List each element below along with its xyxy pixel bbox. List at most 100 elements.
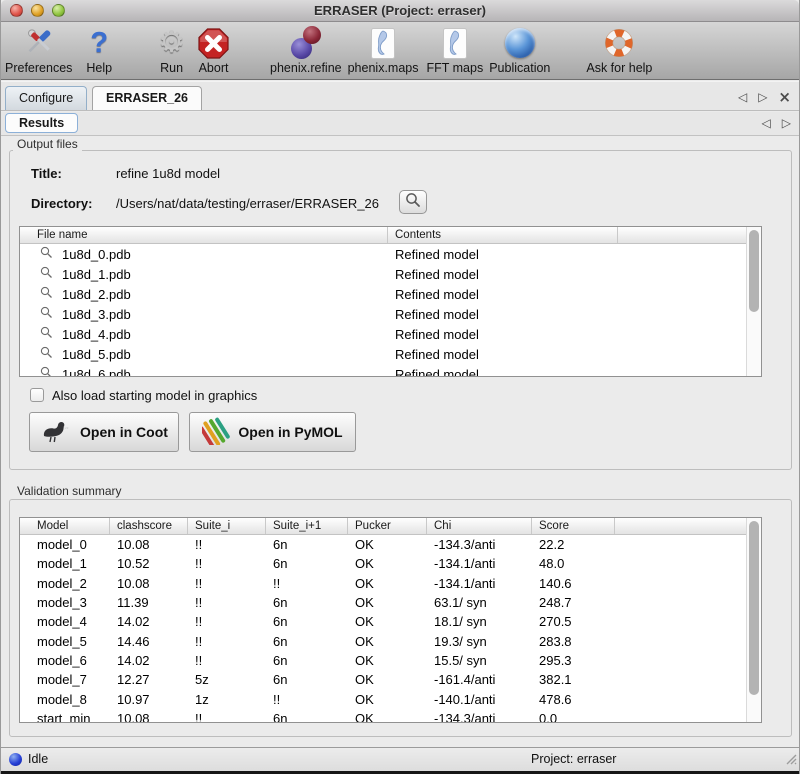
- validation-row[interactable]: model_7 12.27 5z 6n OK -161.4/anti 382.1: [20, 670, 761, 689]
- pymol-ribbon-icon: [202, 417, 230, 448]
- output-files-group-label: Output files: [13, 137, 82, 151]
- phenix-refine-button[interactable]: phenix.refine: [270, 25, 342, 75]
- cell: model_7: [20, 672, 110, 687]
- tab-results[interactable]: Results: [5, 113, 78, 133]
- sub-tab-bar: Results ◁ ▷: [1, 112, 799, 136]
- cell: model_0: [20, 537, 110, 552]
- tab-next-icon[interactable]: ▷: [782, 116, 791, 130]
- file-contents: Refined model: [388, 267, 618, 282]
- file-row[interactable]: 1u8d_4.pdb Refined model: [20, 324, 761, 344]
- cell: 270.5: [532, 614, 615, 629]
- life-ring-icon: [603, 25, 635, 61]
- cell: !!: [188, 653, 266, 668]
- column-header-contents[interactable]: Contents: [388, 227, 618, 243]
- publication-button[interactable]: Publication: [489, 25, 550, 75]
- validation-row[interactable]: model_0 10.08 !! 6n OK -134.3/anti 22.2: [20, 535, 761, 554]
- toolbar-label: FFT maps: [426, 61, 483, 75]
- validation-row[interactable]: model_1 10.52 !! 6n OK -134.1/anti 48.0: [20, 554, 761, 573]
- cell: 6n: [266, 711, 348, 723]
- tab-next-icon[interactable]: ▷: [758, 90, 767, 104]
- validation-row[interactable]: model_4 14.02 !! 6n OK 18.1/ syn 270.5: [20, 612, 761, 631]
- toolbar-label: Preferences: [5, 61, 72, 75]
- cell: 248.7: [532, 595, 615, 610]
- tab-prev-icon[interactable]: ◁: [762, 116, 771, 130]
- cell: 14.02: [110, 614, 188, 629]
- map-density-icon: [443, 25, 467, 61]
- file-row[interactable]: 1u8d_5.pdb Refined model: [20, 344, 761, 364]
- help-icon: ?: [90, 25, 108, 61]
- help-button[interactable]: ? Help: [86, 25, 112, 75]
- tab-prev-icon[interactable]: ◁: [738, 90, 747, 104]
- map-density-icon: [371, 25, 395, 61]
- magnifier-icon: [40, 306, 53, 322]
- validation-row[interactable]: model_6 14.02 !! 6n OK 15.5/ syn 295.3: [20, 651, 761, 670]
- directory-field-label: Directory:: [31, 196, 92, 211]
- tab-close-icon[interactable]: ×: [778, 91, 791, 103]
- cell: -140.1/anti: [427, 692, 532, 707]
- column-header-pucker[interactable]: Pucker: [348, 518, 427, 534]
- cell: -134.1/anti: [427, 556, 532, 571]
- browse-directory-button[interactable]: [399, 190, 427, 214]
- column-header-clashscore[interactable]: clashscore: [110, 518, 188, 534]
- cell: 382.1: [532, 672, 615, 687]
- column-header-model[interactable]: Model: [20, 518, 110, 534]
- validation-row[interactable]: model_2 10.08 !! !! OK -134.1/anti 140.6: [20, 574, 761, 593]
- validation-row[interactable]: start_min 10.08 !! 6n OK -134.3/anti 0.0: [20, 709, 761, 723]
- cell: model_1: [20, 556, 110, 571]
- ask-for-help-button[interactable]: Ask for help: [586, 25, 652, 75]
- column-header-suite-i1[interactable]: Suite_i+1: [266, 518, 348, 534]
- window-title: ERRASER (Project: erraser): [1, 0, 799, 22]
- file-row[interactable]: 1u8d_0.pdb Refined model: [20, 244, 761, 264]
- load-starting-model-label: Also load starting model in graphics: [52, 388, 257, 403]
- file-row[interactable]: 1u8d_2.pdb Refined model: [20, 284, 761, 304]
- cell: model_4: [20, 614, 110, 629]
- preferences-button[interactable]: Preferences: [5, 25, 72, 75]
- scrollbar-thumb[interactable]: [749, 521, 759, 695]
- status-sphere-icon: [9, 753, 22, 766]
- open-in-pymol-button[interactable]: Open in PyMOL: [189, 412, 356, 452]
- scrollbar-thumb[interactable]: [749, 230, 759, 312]
- file-contents: Refined model: [388, 327, 618, 342]
- column-header-file-name[interactable]: File name: [20, 227, 388, 243]
- file-name: 1u8d_1.pdb: [62, 267, 131, 282]
- validation-row[interactable]: model_5 14.46 !! 6n OK 19.3/ syn 283.8: [20, 631, 761, 650]
- cell: 10.08: [110, 711, 188, 723]
- cell: 14.02: [110, 653, 188, 668]
- cell: 10.97: [110, 692, 188, 707]
- fft-maps-button[interactable]: FFT maps: [426, 25, 483, 75]
- file-row[interactable]: 1u8d_1.pdb Refined model: [20, 264, 761, 284]
- title-bar[interactable]: ERRASER (Project: erraser): [1, 0, 799, 22]
- output-file-list[interactable]: File name Contents 1u8d_0.pdb Refined mo…: [19, 226, 762, 377]
- file-row[interactable]: 1u8d_6.pdb Refined model: [20, 364, 761, 377]
- validation-row[interactable]: model_8 10.97 1z !! OK -140.1/anti 478.6: [20, 689, 761, 708]
- cell: 10.52: [110, 556, 188, 571]
- file-row[interactable]: 1u8d_3.pdb Refined model: [20, 304, 761, 324]
- column-header-chi[interactable]: Chi: [427, 518, 532, 534]
- toolbar: Preferences ? Help ⚙ Run Abort pheni: [1, 22, 799, 80]
- status-text: Idle: [28, 752, 48, 766]
- run-button[interactable]: ⚙ Run: [158, 25, 185, 75]
- cell: !!: [188, 634, 266, 649]
- resize-grip[interactable]: [783, 751, 797, 768]
- tab-erraser-26[interactable]: ERRASER_26: [92, 86, 202, 110]
- tab-configure[interactable]: Configure: [5, 86, 87, 110]
- tools-icon: [22, 25, 56, 61]
- cell: model_6: [20, 653, 110, 668]
- abort-button[interactable]: Abort: [197, 25, 230, 75]
- cell: -134.3/anti: [427, 537, 532, 552]
- file-list-scrollbar[interactable]: [746, 227, 761, 376]
- cell: 15.5/ syn: [427, 653, 532, 668]
- column-header-suite-i[interactable]: Suite_i: [188, 518, 266, 534]
- open-in-coot-button[interactable]: Open in Coot: [29, 412, 179, 452]
- validation-scrollbar[interactable]: [746, 518, 761, 722]
- column-header-score[interactable]: Score: [532, 518, 615, 534]
- cell: OK: [348, 537, 427, 552]
- button-label: Open in PyMOL: [238, 424, 342, 440]
- validation-table[interactable]: Model clashscore Suite_i Suite_i+1 Pucke…: [19, 517, 762, 723]
- phenix-maps-button[interactable]: phenix.maps: [348, 25, 419, 75]
- validation-header: Model clashscore Suite_i Suite_i+1 Pucke…: [20, 518, 761, 535]
- cell: -161.4/anti: [427, 672, 532, 687]
- validation-row[interactable]: model_3 11.39 !! 6n OK 63.1/ syn 248.7: [20, 593, 761, 612]
- cell: 6n: [266, 653, 348, 668]
- load-starting-model-checkbox[interactable]: [30, 388, 44, 402]
